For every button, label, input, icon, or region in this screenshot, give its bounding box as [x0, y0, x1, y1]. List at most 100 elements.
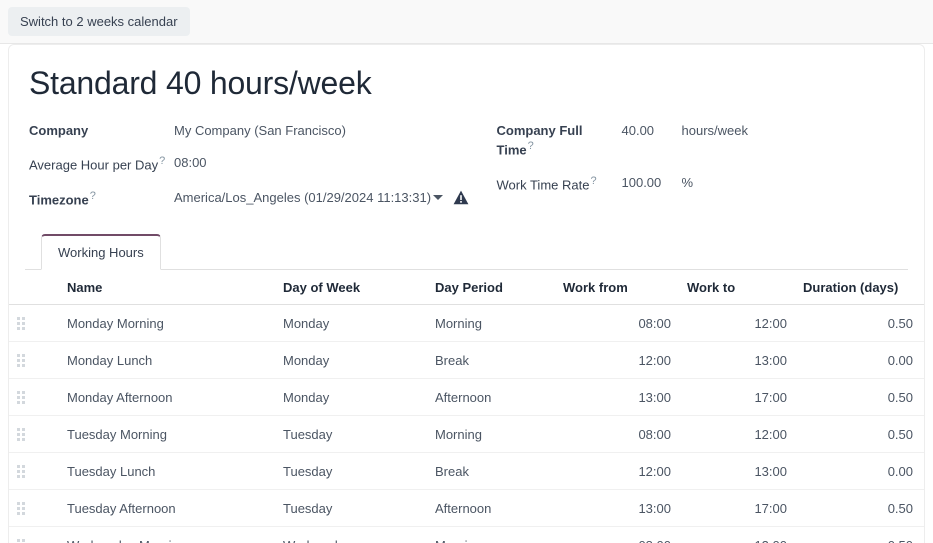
cell-day-of-week[interactable]: Tuesday — [275, 490, 427, 527]
drag-handle-icon[interactable] — [17, 502, 51, 515]
cell-work-from[interactable]: 13:00 — [555, 379, 679, 416]
table-row[interactable]: Tuesday MorningTuesdayMorning08:0012:000… — [9, 416, 925, 453]
cell-day-of-week[interactable]: Tuesday — [275, 453, 427, 490]
cell-duration-days[interactable]: 0.50 — [795, 305, 921, 342]
field-value-average-hour-per-day: 08:00 — [174, 150, 469, 185]
cell-name[interactable]: Monday Morning — [59, 305, 275, 342]
cell-work-entry-type[interactable] — [921, 416, 925, 453]
cell-work-from[interactable]: 08:00 — [555, 527, 679, 543]
cell-work-from[interactable]: 08:00 — [555, 305, 679, 342]
cell-duration-days[interactable]: 0.50 — [795, 379, 921, 416]
warning-triangle-icon[interactable] — [453, 190, 469, 205]
field-row-company: Company My Company (San Francisco) — [29, 118, 469, 151]
cell-work-to[interactable]: 12:00 — [679, 416, 795, 453]
cell-work-entry-type[interactable] — [921, 305, 925, 342]
cell-duration-days[interactable]: 0.00 — [795, 342, 921, 379]
drag-handle-icon[interactable] — [17, 428, 51, 441]
cell-day-period[interactable]: Break — [427, 342, 555, 379]
row-drag-handle-cell[interactable] — [9, 416, 59, 453]
row-drag-handle-cell[interactable] — [9, 379, 59, 416]
cell-day-of-week[interactable]: Monday — [275, 342, 427, 379]
help-tooltip-icon[interactable]: ? — [590, 175, 596, 187]
column-header-work-entry-type[interactable]: Work Entry Type — [921, 270, 925, 305]
help-tooltip-icon[interactable]: ? — [159, 155, 165, 167]
drag-handle-icon[interactable] — [17, 354, 51, 367]
column-header-name[interactable]: Name — [59, 270, 275, 305]
row-drag-handle-cell[interactable] — [9, 527, 59, 543]
cell-work-entry-type[interactable] — [921, 490, 925, 527]
row-drag-handle-cell[interactable] — [9, 490, 59, 527]
drag-handle-icon[interactable] — [17, 465, 51, 478]
field-label-company: Company — [29, 118, 174, 151]
table-row[interactable]: Monday LunchMondayBreak12:0013:000.00 — [9, 342, 925, 379]
column-header-work-from[interactable]: Work from — [555, 270, 679, 305]
form-group-left: Company My Company (San Francisco) Avera… — [29, 118, 469, 220]
table-row[interactable]: Monday MorningMondayMorning08:0012:000.5… — [9, 305, 925, 342]
company-full-time-value[interactable]: 40.00 — [622, 122, 668, 140]
cell-work-to[interactable]: 17:00 — [679, 490, 795, 527]
help-tooltip-icon[interactable]: ? — [528, 140, 534, 152]
chevron-down-icon[interactable] — [433, 195, 443, 200]
table-row[interactable]: Tuesday LunchTuesdayBreak12:0013:000.00 — [9, 453, 925, 490]
table-row[interactable]: Monday AfternoonMondayAfternoon13:0017:0… — [9, 379, 925, 416]
cell-work-from[interactable]: 12:00 — [555, 453, 679, 490]
drag-handle-icon[interactable] — [17, 539, 51, 543]
cell-day-of-week[interactable]: Wednesday — [275, 527, 427, 543]
switch-to-2-weeks-calendar-button[interactable]: Switch to 2 weeks calendar — [8, 7, 190, 37]
column-header-day-of-week[interactable]: Day of Week — [275, 270, 427, 305]
row-drag-handle-cell[interactable] — [9, 342, 59, 379]
table-row[interactable]: Wednesday MorningWednesdayMorning08:0012… — [9, 527, 925, 543]
table-header: Name Day of Week Day Period Work from Wo… — [9, 270, 925, 305]
company-full-time-unit: hours/week — [682, 122, 748, 140]
field-value-timezone: America/Los_Angeles (01/29/2024 11:13:31… — [174, 185, 469, 220]
sheet-background: Standard 40 hours/week Company My Compan… — [0, 44, 933, 543]
timezone-select-value[interactable]: America/Los_Angeles (01/29/2024 11:13:31… — [174, 189, 431, 207]
cell-work-from[interactable]: 08:00 — [555, 416, 679, 453]
column-header-work-to[interactable]: Work to — [679, 270, 795, 305]
cell-day-period[interactable]: Morning — [427, 527, 555, 543]
cell-day-period[interactable]: Afternoon — [427, 379, 555, 416]
cell-work-from[interactable]: 12:00 — [555, 342, 679, 379]
drag-handle-icon[interactable] — [17, 391, 51, 404]
field-value-company[interactable]: My Company (San Francisco) — [174, 118, 469, 151]
cell-work-to[interactable]: 13:00 — [679, 453, 795, 490]
cell-name[interactable]: Tuesday Afternoon — [59, 490, 275, 527]
form-groups: Company My Company (San Francisco) Avera… — [29, 118, 908, 220]
cell-day-period[interactable]: Afternoon — [427, 490, 555, 527]
cell-day-period[interactable]: Morning — [427, 416, 555, 453]
cell-name[interactable]: Monday Afternoon — [59, 379, 275, 416]
column-header-duration-days[interactable]: Duration (days) — [795, 270, 921, 305]
cell-work-to[interactable]: 13:00 — [679, 342, 795, 379]
cell-work-entry-type[interactable] — [921, 342, 925, 379]
cell-duration-days[interactable]: 0.00 — [795, 453, 921, 490]
cell-work-to[interactable]: 17:00 — [679, 379, 795, 416]
cell-day-of-week[interactable]: Tuesday — [275, 416, 427, 453]
field-label-company-full-time: Company Full Time? — [497, 118, 622, 170]
cell-work-entry-type[interactable] — [921, 379, 925, 416]
cell-day-of-week[interactable]: Monday — [275, 379, 427, 416]
table-row[interactable]: Tuesday AfternoonTuesdayAfternoon13:0017… — [9, 490, 925, 527]
row-drag-handle-cell[interactable] — [9, 305, 59, 342]
cell-day-period[interactable]: Morning — [427, 305, 555, 342]
tab-working-hours[interactable]: Working Hours — [41, 234, 161, 270]
cell-name[interactable]: Tuesday Lunch — [59, 453, 275, 490]
cell-duration-days[interactable]: 0.50 — [795, 490, 921, 527]
cell-work-from[interactable]: 13:00 — [555, 490, 679, 527]
cell-work-entry-type[interactable] — [921, 527, 925, 543]
cell-work-to[interactable]: 12:00 — [679, 305, 795, 342]
table-body: Monday MorningMondayMorning08:0012:000.5… — [9, 305, 925, 543]
help-tooltip-icon[interactable]: ? — [90, 190, 96, 202]
cell-name[interactable]: Tuesday Morning — [59, 416, 275, 453]
cell-work-entry-type[interactable] — [921, 453, 925, 490]
cell-day-period[interactable]: Break — [427, 453, 555, 490]
cell-duration-days[interactable]: 0.50 — [795, 527, 921, 543]
cell-work-to[interactable]: 12:00 — [679, 527, 795, 543]
cell-name[interactable]: Wednesday Morning — [59, 527, 275, 543]
row-drag-handle-cell[interactable] — [9, 453, 59, 490]
cell-duration-days[interactable]: 0.50 — [795, 416, 921, 453]
drag-handle-icon[interactable] — [17, 317, 51, 330]
column-header-day-period[interactable]: Day Period — [427, 270, 555, 305]
cell-name[interactable]: Monday Lunch — [59, 342, 275, 379]
work-time-rate-value: 100.00 — [622, 174, 668, 192]
cell-day-of-week[interactable]: Monday — [275, 305, 427, 342]
